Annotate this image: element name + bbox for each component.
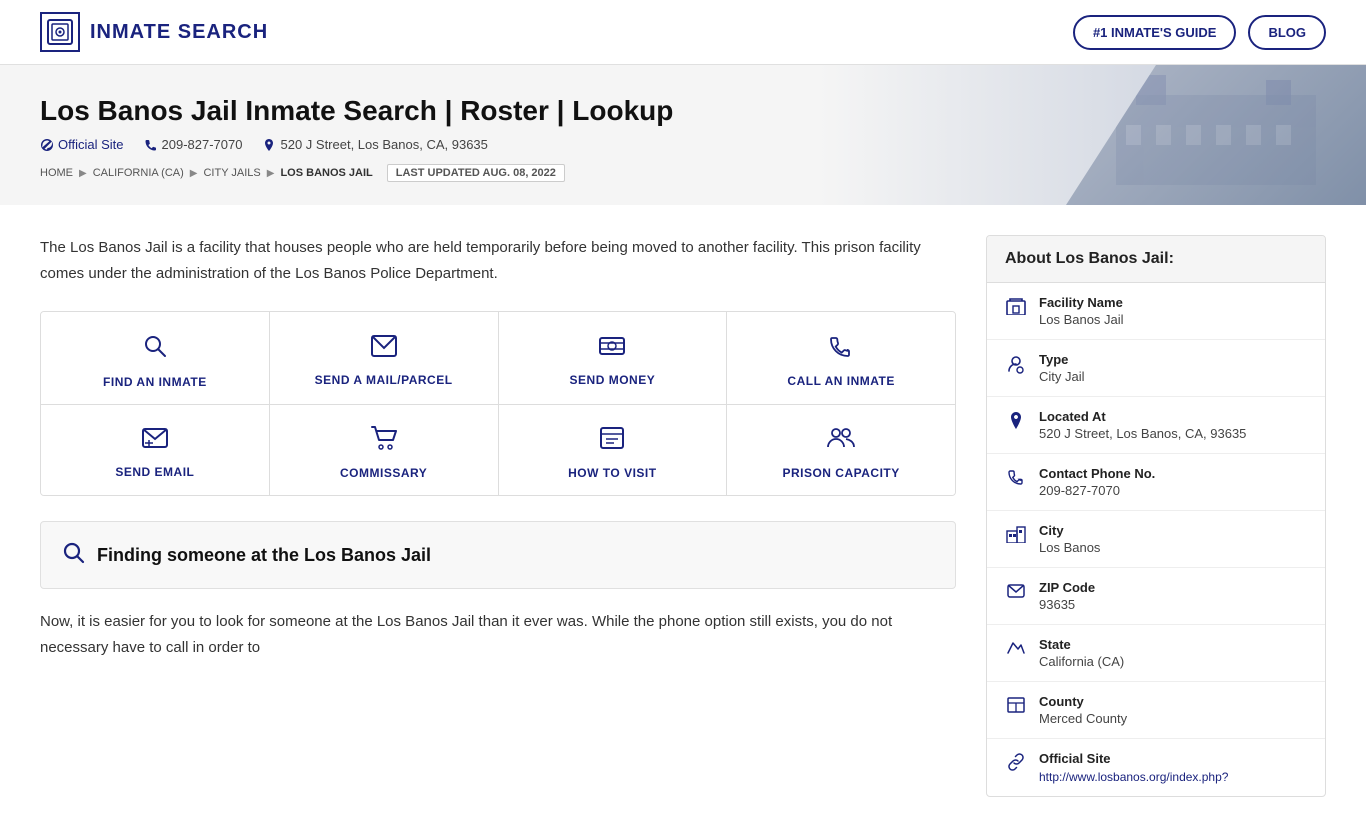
sidebar: About Los Banos Jail: Facility Name Los … bbox=[986, 235, 1326, 797]
county-content: County Merced County bbox=[1039, 694, 1127, 726]
location-content: Located At 520 J Street, Los Banos, CA, … bbox=[1039, 409, 1246, 441]
finding-heading: Finding someone at the Los Banos Jail bbox=[97, 545, 431, 566]
official-site-label[interactable]: Official Site bbox=[58, 137, 124, 152]
action-send-email[interactable]: SEND EMAIL bbox=[41, 405, 270, 495]
action-row-2: SEND EMAIL COMMISSARY HOW TO VISIT bbox=[41, 405, 955, 495]
guide-button[interactable]: #1 INMATE'S GUIDE bbox=[1073, 15, 1236, 50]
city-icon bbox=[1005, 525, 1027, 548]
call-inmate-label: CALL AN INMATE bbox=[787, 374, 894, 388]
type-icon bbox=[1005, 354, 1027, 379]
logo-icon bbox=[40, 12, 80, 52]
action-how-to-visit[interactable]: HOW TO VISIT bbox=[499, 405, 728, 495]
prison-capacity-label: PRISON CAPACITY bbox=[782, 466, 899, 480]
action-send-money[interactable]: SEND MONEY bbox=[499, 312, 728, 404]
breadcrumb-city-jails[interactable]: CITY JAILS bbox=[203, 167, 260, 179]
finding-search-icon bbox=[61, 540, 85, 570]
sidebar-row-state: State California (CA) bbox=[987, 625, 1325, 682]
zip-icon bbox=[1005, 582, 1027, 603]
cart-icon bbox=[370, 425, 398, 458]
hero-section: Los Banos Jail Inmate Search | Roster | … bbox=[0, 65, 1366, 205]
phone-content: Contact Phone No. 209-827-7070 bbox=[1039, 466, 1155, 498]
commissary-label: COMMISSARY bbox=[340, 466, 427, 480]
main-content: The Los Banos Jail is a facility that ho… bbox=[40, 235, 956, 797]
capacity-icon bbox=[826, 425, 856, 458]
action-find-inmate[interactable]: FIND AN INMATE bbox=[41, 312, 270, 404]
logo-link[interactable]: INMATE SEARCH bbox=[40, 12, 268, 52]
breadcrumb: HOME ▶ CALIFORNIA (CA) ▶ CITY JAILS ▶ LO… bbox=[40, 164, 1326, 182]
zip-content: ZIP Code 93635 bbox=[1039, 580, 1095, 612]
hero-meta: Official Site 209-827-7070 520 J Street,… bbox=[40, 137, 1326, 152]
breadcrumb-home[interactable]: HOME bbox=[40, 167, 73, 179]
sidebar-header: About Los Banos Jail: bbox=[987, 236, 1325, 283]
state-content: State California (CA) bbox=[1039, 637, 1124, 669]
action-commissary[interactable]: COMMISSARY bbox=[270, 405, 499, 495]
official-site-link[interactable]: Official Site bbox=[40, 137, 124, 152]
sidebar-row-zip: ZIP Code 93635 bbox=[987, 568, 1325, 625]
sidebar-row-phone: Contact Phone No. 209-827-7070 bbox=[987, 454, 1325, 511]
breadcrumb-california[interactable]: CALIFORNIA (CA) bbox=[93, 167, 184, 179]
phone-icon bbox=[828, 333, 854, 366]
type-content: Type City Jail bbox=[1039, 352, 1085, 384]
sidebar-row-city: City Los Banos bbox=[987, 511, 1325, 568]
sidebar-row-type: Type City Jail bbox=[987, 340, 1325, 397]
action-call-inmate[interactable]: CALL AN INMATE bbox=[727, 312, 955, 404]
address-meta: 520 J Street, Los Banos, CA, 93635 bbox=[262, 137, 487, 152]
send-email-label: SEND EMAIL bbox=[115, 465, 194, 479]
finding-box: Finding someone at the Los Banos Jail bbox=[40, 521, 956, 589]
last-updated: LAST UPDATED AUG. 08, 2022 bbox=[387, 164, 565, 182]
page-title: Los Banos Jail Inmate Search | Roster | … bbox=[40, 95, 1326, 127]
header-nav: #1 INMATE'S GUIDE BLOG bbox=[1073, 15, 1326, 50]
location-icon bbox=[1005, 411, 1027, 436]
body-text: Now, it is easier for you to look for so… bbox=[40, 609, 956, 660]
find-inmate-label: FIND AN INMATE bbox=[103, 375, 207, 389]
city-content: City Los Banos bbox=[1039, 523, 1100, 555]
official-site-url[interactable]: http://www.losbanos.org/index.php? bbox=[1039, 770, 1228, 784]
logo-text: INMATE SEARCH bbox=[90, 21, 268, 44]
sidebar-card: About Los Banos Jail: Facility Name Los … bbox=[986, 235, 1326, 797]
facility-icon bbox=[1005, 297, 1027, 320]
header: INMATE SEARCH #1 INMATE'S GUIDE BLOG bbox=[0, 0, 1366, 65]
send-mail-label: SEND A MAIL/PARCEL bbox=[315, 373, 453, 387]
hero-overlay bbox=[1066, 65, 1366, 205]
link-icon bbox=[1005, 753, 1027, 776]
search-icon bbox=[141, 332, 169, 367]
sidebar-row-location: Located At 520 J Street, Los Banos, CA, … bbox=[987, 397, 1325, 454]
phone-sidebar-icon bbox=[1005, 468, 1027, 491]
state-icon bbox=[1005, 639, 1027, 662]
action-prison-capacity[interactable]: PRISON CAPACITY bbox=[727, 405, 955, 495]
send-money-label: SEND MONEY bbox=[570, 373, 656, 387]
action-send-mail[interactable]: SEND A MAIL/PARCEL bbox=[270, 312, 499, 404]
email-icon bbox=[141, 426, 169, 457]
county-icon bbox=[1005, 696, 1027, 719]
description-text: The Los Banos Jail is a facility that ho… bbox=[40, 235, 956, 286]
sidebar-row-county: County Merced County bbox=[987, 682, 1325, 739]
action-grid: FIND AN INMATE SEND A MAIL/PARCEL SEND M… bbox=[40, 311, 956, 496]
phone-meta: 209-827-7070 bbox=[144, 137, 243, 152]
facility-content: Facility Name Los Banos Jail bbox=[1039, 295, 1124, 327]
how-to-visit-label: HOW TO VISIT bbox=[568, 466, 656, 480]
blog-button[interactable]: BLOG bbox=[1248, 15, 1326, 50]
main-layout: The Los Banos Jail is a facility that ho… bbox=[0, 205, 1366, 827]
breadcrumb-current: LOS BANOS JAIL bbox=[280, 167, 372, 179]
mail-icon bbox=[370, 334, 398, 365]
visit-icon bbox=[598, 425, 626, 458]
sidebar-row-facility: Facility Name Los Banos Jail bbox=[987, 283, 1325, 340]
action-row-1: FIND AN INMATE SEND A MAIL/PARCEL SEND M… bbox=[41, 312, 955, 405]
money-icon bbox=[598, 334, 626, 365]
